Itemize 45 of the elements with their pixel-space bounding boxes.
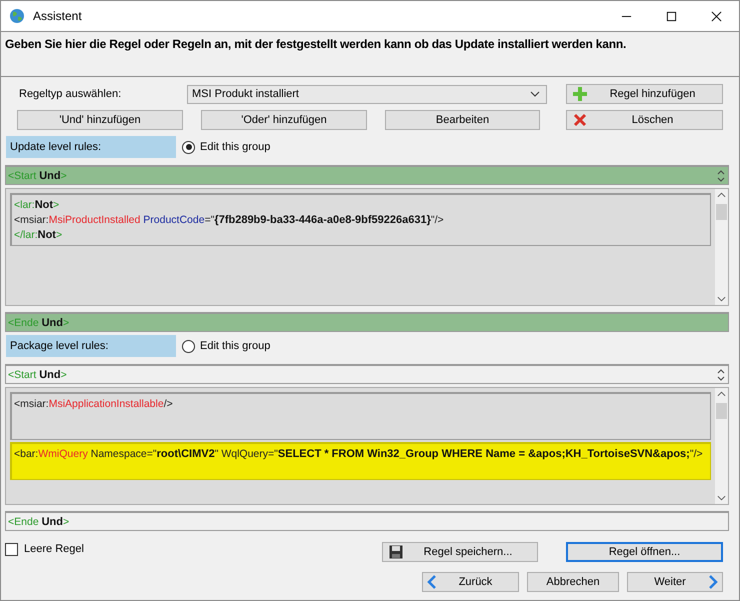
toolbar-button[interactable]: Bearbeiten xyxy=(385,110,540,130)
rule-block[interactable]: <lar:Not> <msiar:MsiProductInstalled ProductCode="{7fb289b9-ba33-446a-a0e8-9bf59226a631}"/> </lar:Not> xyxy=(10,193,711,246)
scroll-up-icon[interactable] xyxy=(717,391,726,397)
nav-button[interactable]: Weiter xyxy=(627,572,723,592)
scrollbar[interactable] xyxy=(715,388,728,504)
edit-group-radio[interactable]: Edit this group xyxy=(182,140,270,154)
code-line: </lar:Not> xyxy=(14,229,64,241)
toolbar-button[interactable]: 'Oder' hinzufügen xyxy=(201,110,367,130)
scroll-up-icon[interactable] xyxy=(717,192,726,198)
group-label: Update level rules: xyxy=(6,136,176,158)
globe-icon xyxy=(9,8,25,24)
scrollbar[interactable] xyxy=(715,189,728,305)
open-rule-button[interactable]: Regel öffnen... xyxy=(566,542,723,562)
rule-block[interactable]: <bar:WmiQuery Namespace="root\CIMV2" WqlQuery="SELECT * FROM Win32_Group WHERE Name = &apos;KH_TortoiseSVN&apos;"/> xyxy=(10,442,711,480)
code-line: <msiar:MsiProductInstalled ProductCode="{7fb289b9-ba33-446a-a0e8-9bf59226a631}"/> xyxy=(14,214,445,226)
code-line: <Start Und> xyxy=(8,170,67,182)
group-label: Package level rules: xyxy=(6,335,176,357)
edit-group-radio[interactable]: Edit this group xyxy=(182,340,270,352)
rule-type-dropdown[interactable]: MSI Produkt installiert xyxy=(187,84,547,104)
code-line: <Ende Und> xyxy=(8,516,70,528)
window-title: Assistent xyxy=(33,9,82,23)
code-line: <Ende Und> xyxy=(8,316,70,328)
toolbar-button[interactable]: 'Und' hinzufügen xyxy=(17,110,183,130)
instruction-text: Geben Sie hier die Regel oder Regeln an, mit der festgestellt werden kann ob das Update installiert werden kann. xyxy=(5,37,626,51)
scroll-down-icon[interactable] xyxy=(717,495,726,501)
empty-rule-checkbox[interactable]: Leere Regel xyxy=(5,542,84,556)
rule-type-label: Regeltyp auswählen: xyxy=(18,88,122,100)
scroll-down-icon[interactable] xyxy=(717,296,726,302)
code-line: <lar:Not> xyxy=(14,199,60,211)
nav-button[interactable]: Abbrechen xyxy=(527,572,619,592)
plus-icon xyxy=(573,87,587,101)
delete-button[interactable]: Löschen xyxy=(566,110,723,130)
scroll-thumb[interactable] xyxy=(716,204,727,220)
chevron-down-icon xyxy=(530,91,540,97)
code-line: <Start Und> xyxy=(8,368,67,380)
delete-x-icon xyxy=(573,113,587,127)
spin-arrows-icon[interactable] xyxy=(717,170,725,182)
scroll-thumb[interactable] xyxy=(716,403,727,419)
code-line: <bar:WmiQuery Namespace="root\CIMV2" WqlQuery="SELECT * FROM Win32_Group WHERE Name = &apos;KH_TortoiseSVN&apos;"/> xyxy=(14,448,704,460)
nav-button[interactable]: Zurück xyxy=(422,572,519,592)
add-rule-button[interactable]: Regel hinzufügen xyxy=(566,84,723,104)
save-rule-button[interactable]: Regel speichern... xyxy=(382,542,538,562)
rule-block[interactable]: <msiar:MsiApplicationInstallable/> xyxy=(10,392,711,440)
code-line: <msiar:MsiApplicationInstallable/> xyxy=(14,398,174,410)
spin-arrows-icon[interactable] xyxy=(717,368,725,380)
